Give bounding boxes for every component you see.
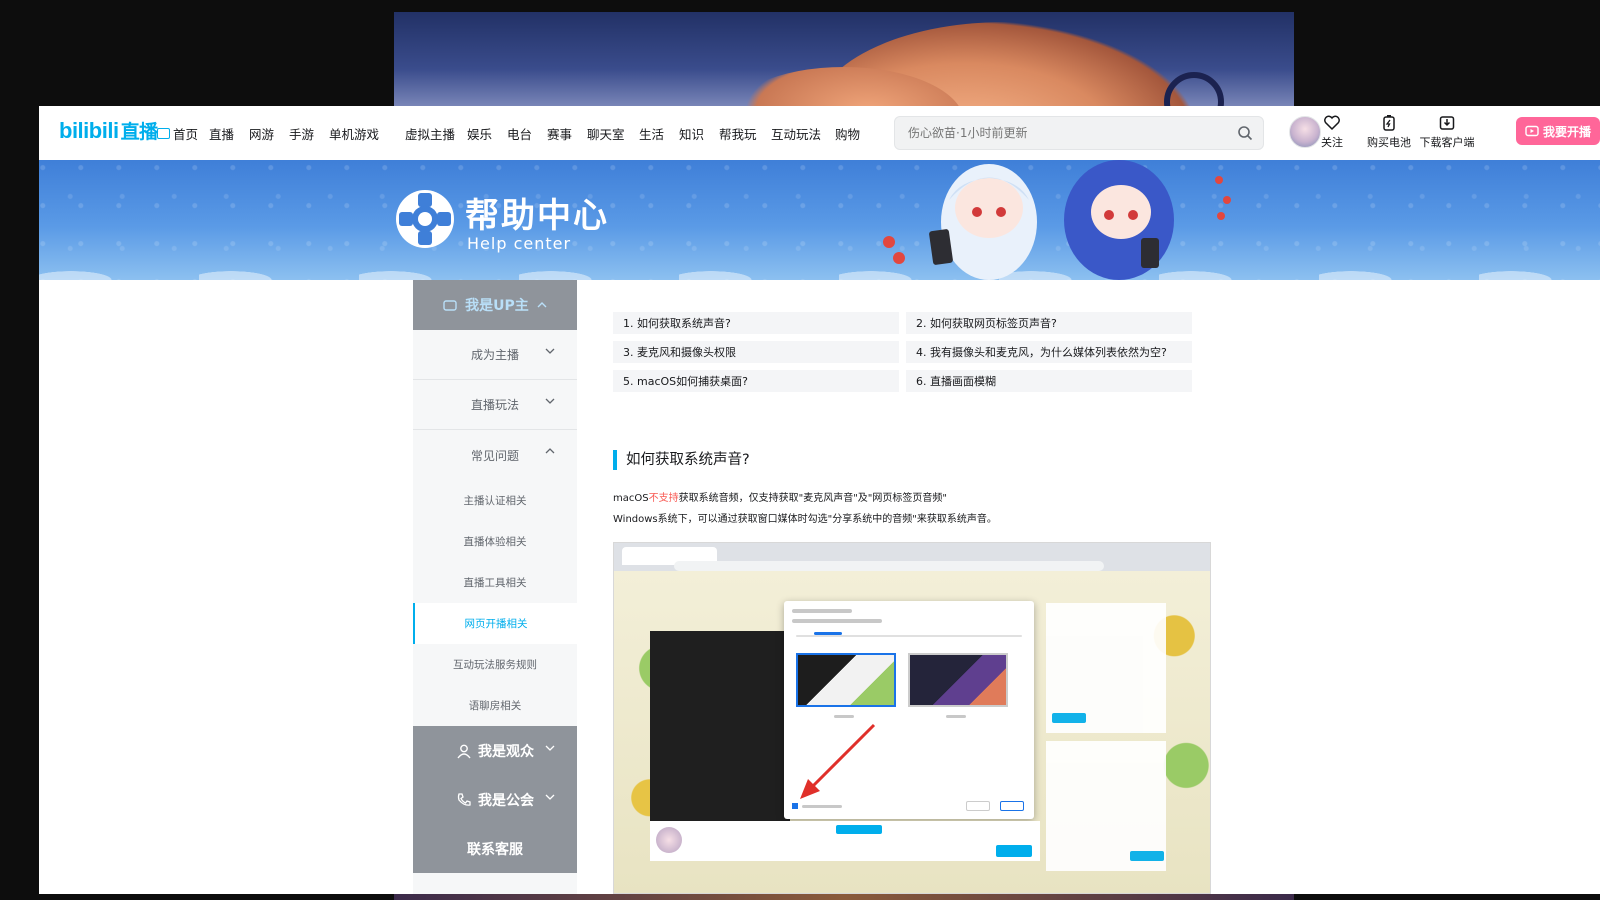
nav-item[interactable]: 聊天室 (587, 124, 639, 143)
help-banner: 帮助中心 Help center (39, 160, 1600, 280)
sidebar-item-become-streamer[interactable]: 成为主播 (413, 330, 577, 380)
section-title: 如何获取系统声音? (613, 450, 750, 470)
help-sidebar: 我是UP主 成为主播 直播玩法 常见问题 主播认证相关 直播体验相关 直播工具相… (413, 280, 577, 894)
background-art (394, 12, 1294, 107)
sidebar-section-viewer[interactable]: 我是观众 (413, 726, 577, 775)
nav-item[interactable]: 网游 (249, 124, 289, 143)
search-input[interactable] (895, 117, 1215, 149)
buy-battery-button[interactable]: 购买电池 (1359, 114, 1419, 150)
download-icon (1439, 116, 1455, 130)
sidebar-section-guild[interactable]: 我是公会 (413, 775, 577, 824)
nav-item[interactable]: 娱乐 (467, 124, 507, 143)
download-client-button[interactable]: 下载客户端 (1417, 114, 1477, 150)
chevron-down-icon (545, 398, 555, 404)
section-paragraph-macos: macOS不支持获取系统音频，仅支持获取"麦克风声音"及"网页标签页音频" (613, 493, 947, 504)
sidebar-sub-item[interactable]: 直播体验相关 (413, 521, 577, 562)
main-nav: 首页 直播 网游 手游 单机游戏 虚拟主播 娱乐 电台 赛事 聊天室 生活 知识 帮我玩 互动玩法 购物 (157, 106, 875, 160)
mascot-illustration (883, 160, 1231, 280)
chevron-up-icon (545, 448, 555, 454)
help-center-title: 帮助中心 (465, 196, 609, 236)
nav-item[interactable]: 知识 (679, 124, 719, 143)
sidebar-sub-item[interactable]: 语聊房相关 (413, 685, 577, 726)
sidebar-contact-support[interactable]: 联系客服 (413, 824, 577, 873)
nav-item[interactable]: 虚拟主播 (405, 124, 467, 143)
follow-button[interactable]: 关注 (1302, 114, 1362, 150)
site-logo[interactable]: bilibili 直播 (59, 117, 158, 144)
user-icon (457, 744, 471, 758)
search-icon[interactable] (1237, 125, 1253, 141)
nav-item[interactable]: 互动玩法 (771, 124, 835, 143)
sidebar-sub-item[interactable]: 主播认证相关 (413, 480, 577, 521)
nav-item[interactable]: 赛事 (547, 124, 587, 143)
sidebar-sub-item[interactable]: 互动玩法服务规则 (413, 644, 577, 685)
nav-item[interactable]: 电台 (507, 124, 547, 143)
camera-icon (1525, 125, 1539, 137)
nav-item[interactable]: 手游 (289, 124, 329, 143)
sidebar-sub-item[interactable]: 直播工具相关 (413, 562, 577, 603)
browser-page: bilibili 直播 首页 直播 网游 手游 单机游戏 虚拟主播 娱乐 电台 赛事 聊天室 生活 知识… (39, 106, 1600, 894)
faq-link[interactable]: 1. 如何获取系统声音? (613, 312, 899, 334)
lifebuoy-icon (396, 190, 454, 248)
faq-link[interactable]: 3. 麦克风和摄像头权限 (613, 341, 899, 363)
sidebar-item-faq[interactable]: 常见问题 (413, 430, 577, 480)
chevron-up-icon (537, 302, 547, 308)
tv-icon (443, 300, 457, 311)
sidebar-section-up[interactable]: 我是UP主 (413, 280, 577, 330)
section-paragraph-windows: Windows系统下，可以通过获取窗口媒体时勾选"分享系统中的音频"来获取系统声… (613, 514, 997, 525)
faq-link[interactable]: 2. 如何获取网页标签页声音? (906, 312, 1192, 334)
heart-icon (1324, 115, 1340, 131)
faq-link[interactable]: 6. 直播画面模糊 (906, 370, 1192, 392)
chevron-down-icon (545, 348, 555, 354)
battery-icon (1383, 115, 1395, 131)
tutorial-screenshot (613, 542, 1211, 894)
phone-icon (457, 792, 471, 806)
nav-item[interactable]: 生活 (639, 124, 679, 143)
faq-link[interactable]: 5. macOS如何捕获桌面? (613, 370, 899, 392)
nav-item[interactable]: 购物 (835, 124, 875, 143)
chevron-down-icon (545, 745, 555, 751)
start-live-button[interactable]: 我要开播 (1516, 117, 1600, 145)
faq-link[interactable]: 4. 我有摄像头和麦克风，为什么媒体列表依然为空? (906, 341, 1192, 363)
faq-links: 1. 如何获取系统声音? 2. 如何获取网页标签页声音? 3. 麦克风和摄像头权… (613, 312, 1201, 392)
sidebar-sub-item-active[interactable]: 网页开播相关 (413, 603, 577, 644)
tv-icon (157, 127, 170, 139)
search-box[interactable] (894, 116, 1264, 150)
sidebar-item-live-play[interactable]: 直播玩法 (413, 380, 577, 430)
nav-item[interactable]: 直播 (209, 124, 249, 143)
help-center-subtitle: Help center (467, 234, 572, 253)
top-header: bilibili 直播 首页 直播 网游 手游 单机游戏 虚拟主播 娱乐 电台 赛事 聊天室 生活 知识… (39, 106, 1600, 160)
nav-item[interactable]: 首页 (157, 124, 209, 143)
chevron-down-icon (545, 794, 555, 800)
nav-item[interactable]: 单机游戏 (329, 124, 405, 143)
nav-item[interactable]: 帮我玩 (719, 124, 771, 143)
